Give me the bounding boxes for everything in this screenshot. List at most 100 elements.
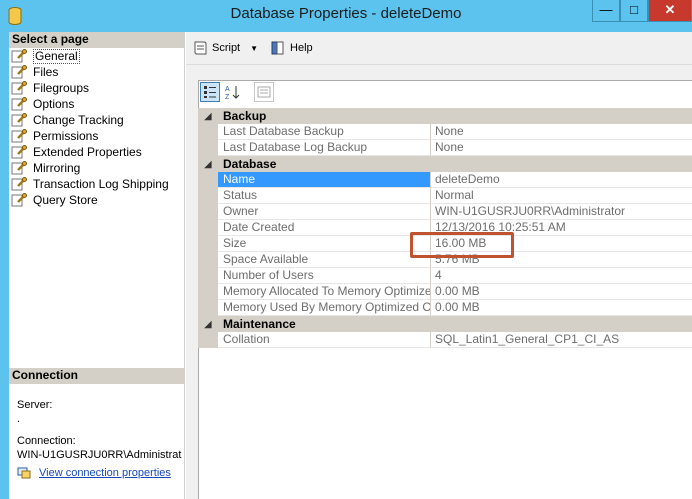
property-value[interactable]: SQL_Latin1_General_CP1_CI_AS	[431, 332, 692, 348]
row-gutter	[198, 124, 218, 140]
property-row[interactable]: Name deleteDemo	[198, 172, 692, 188]
category-name: Database	[223, 157, 277, 171]
wrench-page-icon	[11, 97, 27, 111]
minimize-button[interactable]: —	[592, 0, 620, 22]
property-pages-icon	[254, 82, 274, 102]
property-value[interactable]: Normal	[431, 188, 692, 204]
maximize-button[interactable]: □	[620, 0, 648, 22]
toolbar: Script ▼ Help	[186, 32, 692, 65]
page-item-label: Change Tracking	[33, 113, 124, 127]
property-name[interactable]: Size	[218, 236, 431, 252]
page-item-label: Filegroups	[33, 81, 90, 95]
categorized-view-icon[interactable]	[200, 82, 220, 102]
connection-header: Connection	[9, 368, 185, 384]
property-value[interactable]: 4	[431, 268, 692, 284]
page-item-files[interactable]: Files	[11, 64, 184, 80]
page-item-filegroups[interactable]: Filegroups	[11, 80, 184, 96]
page-item-mirroring[interactable]: Mirroring	[11, 160, 184, 176]
property-row[interactable]: Last Database Backup None	[198, 124, 692, 140]
page-item-change-tracking[interactable]: Change Tracking	[11, 112, 184, 128]
property-value[interactable]: WIN-U1GUSRJU0RR\Administrator	[431, 204, 692, 220]
wrench-page-icon	[11, 177, 27, 191]
page-item-label: Query Store	[33, 193, 98, 207]
category-backup[interactable]: ◢ Backup	[198, 108, 692, 124]
wrench-page-icon	[11, 65, 27, 79]
window-title: Database Properties - deleteDemo	[230, 5, 462, 22]
view-connection-row[interactable]: View connection properties	[9, 466, 185, 480]
page-item-label: Files	[33, 65, 59, 79]
property-value[interactable]: 0.00 MB	[431, 284, 692, 300]
script-button[interactable]: Script ▼	[192, 40, 258, 56]
page-item-label: Mirroring	[33, 161, 81, 175]
property-row[interactable]: Status Normal	[198, 188, 692, 204]
page-item-label: Extended Properties	[33, 145, 142, 159]
property-name[interactable]: Number of Users	[218, 268, 431, 284]
row-gutter	[198, 172, 218, 188]
row-gutter	[198, 236, 218, 252]
property-row[interactable]: Number of Users 4	[198, 268, 692, 284]
property-value[interactable]: None	[431, 124, 692, 140]
property-row[interactable]: Memory Allocated To Memory Optimized Obj…	[198, 284, 692, 300]
collapse-triangle-icon[interactable]: ◢	[198, 319, 218, 330]
collapse-triangle-icon[interactable]: ◢	[198, 159, 218, 170]
svg-text:A: A	[225, 86, 230, 93]
property-name[interactable]: Status	[218, 188, 431, 204]
wrench-page-icon	[11, 193, 27, 207]
page-item-label: Permissions	[33, 129, 99, 143]
property-name[interactable]: Name	[218, 172, 431, 188]
page-item-label: General	[33, 48, 80, 64]
wrench-page-icon	[11, 113, 27, 127]
dropdown-arrow-icon[interactable]: ▼	[250, 44, 258, 53]
property-row[interactable]: Last Database Log Backup None	[198, 140, 692, 156]
property-name[interactable]: Last Database Backup	[218, 124, 431, 140]
svg-text:Z: Z	[225, 94, 230, 100]
window-border	[0, 32, 9, 499]
page-item-transaction-log-shipping[interactable]: Transaction Log Shipping	[11, 176, 184, 192]
page-item-general[interactable]: General	[11, 48, 184, 64]
property-name[interactable]: Collation	[218, 332, 431, 348]
property-row[interactable]: Owner WIN-U1GUSRJU0RR\Administrator	[198, 204, 692, 220]
wrench-page-icon	[11, 81, 27, 95]
property-name[interactable]: Date Created	[218, 220, 431, 236]
property-name[interactable]: Last Database Log Backup	[218, 140, 431, 156]
collapse-triangle-icon[interactable]: ◢	[198, 111, 218, 122]
connection-section: Connection Server: . Connection: WIN-U1G…	[9, 368, 185, 480]
property-name[interactable]: Space Available	[218, 252, 431, 268]
wrench-page-icon	[11, 49, 27, 63]
property-value[interactable]: deleteDemo	[431, 172, 692, 188]
category-database[interactable]: ◢ Database	[198, 156, 692, 172]
property-value[interactable]: None	[431, 140, 692, 156]
server-label: Server:	[17, 399, 53, 411]
page-item-query-store[interactable]: Query Store	[11, 192, 184, 208]
category-maintenance[interactable]: ◢ Maintenance	[198, 316, 692, 332]
property-value[interactable]: 0.00 MB	[431, 300, 692, 316]
select-page-header: Select a page	[9, 32, 184, 48]
page-list: General Files Filegroups Options Change Trac…	[9, 48, 184, 208]
wrench-page-icon	[11, 129, 27, 143]
grid-toolbar: AZ	[200, 82, 277, 102]
category-name: Maintenance	[223, 317, 296, 331]
row-gutter	[198, 284, 218, 300]
page-item-options[interactable]: Options	[11, 96, 184, 112]
alphabetical-sort-icon[interactable]: AZ	[223, 82, 243, 102]
script-label: Script	[212, 42, 241, 54]
right-panel: Script ▼ Help AZ ◢ Backup Last Database Ba…	[186, 32, 692, 499]
property-row[interactable]: Collation SQL_Latin1_General_CP1_CI_AS	[198, 332, 692, 348]
wrench-page-icon	[11, 145, 27, 159]
page-item-extended-properties[interactable]: Extended Properties	[11, 144, 184, 160]
help-button[interactable]: Help	[270, 40, 313, 56]
property-row[interactable]: Memory Used By Memory Optimized Objects0…	[198, 300, 692, 316]
property-name[interactable]: Memory Allocated To Memory Optimized Obj	[218, 284, 431, 300]
property-name[interactable]: Memory Used By Memory Optimized Objects	[218, 300, 431, 316]
connection-label: Connection:	[17, 435, 76, 447]
row-gutter	[198, 188, 218, 204]
page-item-permissions[interactable]: Permissions	[11, 128, 184, 144]
row-gutter	[198, 268, 218, 284]
help-label: Help	[290, 42, 313, 54]
row-gutter	[198, 332, 218, 348]
view-connection-properties-link[interactable]: View connection properties	[39, 466, 171, 480]
title-bar: Database Properties - deleteDemo	[0, 0, 692, 32]
property-name[interactable]: Owner	[218, 204, 431, 220]
row-gutter	[198, 204, 218, 220]
close-button[interactable]: ✕	[648, 0, 692, 22]
